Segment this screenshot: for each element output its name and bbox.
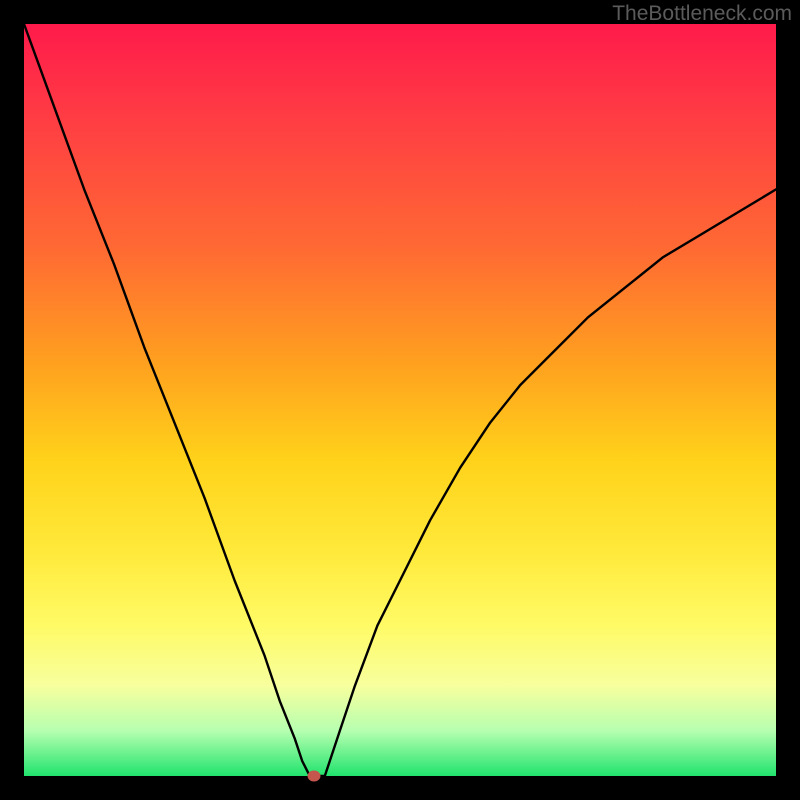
bottleneck-curve [24, 24, 776, 776]
watermark-text: TheBottleneck.com [612, 2, 792, 26]
optimum-marker [307, 771, 320, 782]
curve-path [24, 24, 776, 776]
plot-area [24, 24, 776, 776]
chart-frame: TheBottleneck.com [0, 0, 800, 800]
